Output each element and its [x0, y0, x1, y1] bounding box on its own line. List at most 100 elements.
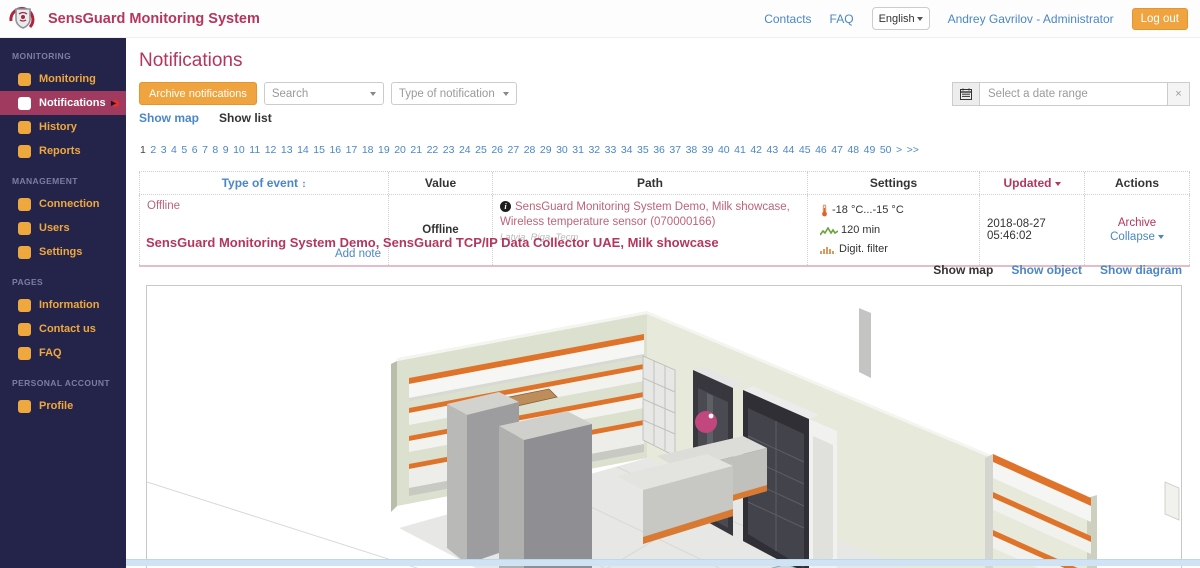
- page-link[interactable]: >: [895, 144, 903, 156]
- page-link[interactable]: 50: [879, 144, 893, 156]
- interval-setting: 120 min: [820, 223, 880, 239]
- page-link[interactable]: 46: [814, 144, 828, 156]
- page-link[interactable]: 26: [490, 144, 504, 156]
- page-link[interactable]: 33: [604, 144, 618, 156]
- sidebar-item[interactable]: FAQ ►: [0, 341, 126, 365]
- search-select[interactable]: Search: [263, 82, 384, 105]
- language-select[interactable]: English: [871, 7, 930, 30]
- contacts-link[interactable]: Contacts: [764, 12, 811, 26]
- archive-row-link[interactable]: Archive: [1118, 217, 1156, 229]
- sidebar-item[interactable]: Settings ►: [0, 240, 126, 264]
- sidebar-item[interactable]: Reports ►: [0, 139, 126, 163]
- page-link[interactable]: 40: [717, 144, 731, 156]
- object-show-diagram-link[interactable]: Show diagram: [1100, 263, 1182, 277]
- page-link[interactable]: 24: [458, 144, 472, 156]
- page-link[interactable]: 38: [685, 144, 699, 156]
- page-link[interactable]: 8: [211, 144, 219, 156]
- page-link[interactable]: 15: [312, 144, 326, 156]
- page-link[interactable]: 28: [523, 144, 537, 156]
- page-link[interactable]: 22: [426, 144, 440, 156]
- show-list-label[interactable]: Show list: [219, 111, 272, 125]
- sensor-marker[interactable]: [695, 411, 717, 433]
- horizontal-scrollbar[interactable]: [126, 559, 1200, 566]
- page-link[interactable]: 21: [409, 144, 423, 156]
- sidebar-item-label: Notifications: [39, 97, 106, 109]
- sidebar-item[interactable]: Users ►: [0, 216, 126, 240]
- info-icon[interactable]: i: [500, 201, 511, 213]
- page-link[interactable]: 20: [393, 144, 407, 156]
- page-link[interactable]: 18: [361, 144, 375, 156]
- page-link[interactable]: 19: [377, 144, 391, 156]
- page-link[interactable]: 42: [749, 144, 763, 156]
- page-link[interactable]: 39: [701, 144, 715, 156]
- page-link[interactable]: 14: [296, 144, 310, 156]
- collapse-row-link[interactable]: Collapse: [1110, 231, 1164, 243]
- add-note-link[interactable]: Add note: [335, 248, 381, 260]
- faq-link[interactable]: FAQ: [830, 12, 854, 26]
- page-link[interactable]: 4: [170, 144, 178, 156]
- event-type-link[interactable]: Offline: [147, 200, 381, 212]
- date-range-input[interactable]: Select a date range: [979, 82, 1168, 106]
- date-range-picker: Select a date range ×: [952, 82, 1190, 106]
- page-link[interactable]: 34: [620, 144, 634, 156]
- page-link[interactable]: 9: [222, 144, 230, 156]
- cell-updated: 2018-08-27 05:46:02: [980, 195, 1085, 266]
- page-link[interactable]: 32: [587, 144, 601, 156]
- page-link[interactable]: 30: [555, 144, 569, 156]
- sidebar-item[interactable]: Contact us ►: [0, 317, 126, 341]
- page-link[interactable]: 48: [846, 144, 860, 156]
- page-link[interactable]: >>: [906, 144, 920, 156]
- page-link[interactable]: 27: [507, 144, 521, 156]
- page-link[interactable]: 16: [328, 144, 342, 156]
- app-title: SensGuard Monitoring System: [48, 10, 260, 27]
- table-header-row: Type of event ↕ Value Path Settings Upda…: [139, 171, 1190, 195]
- column-type-of-event[interactable]: Type of event ↕: [139, 172, 389, 194]
- calendar-button[interactable]: [952, 82, 979, 106]
- sidebar-item[interactable]: Profile ►: [0, 394, 126, 418]
- page-link[interactable]: 10: [232, 144, 246, 156]
- sidebar-item[interactable]: Information ►: [0, 293, 126, 317]
- page-link[interactable]: 11: [248, 144, 261, 156]
- page-link[interactable]: 3: [160, 144, 168, 156]
- page-link[interactable]: 35: [636, 144, 650, 156]
- page-link[interactable]: 6: [191, 144, 199, 156]
- page-link[interactable]: 49: [863, 144, 877, 156]
- page-link[interactable]: 43: [766, 144, 780, 156]
- page-link[interactable]: 13: [280, 144, 294, 156]
- page-link[interactable]: 1: [139, 144, 147, 156]
- page-link[interactable]: 41: [733, 144, 747, 156]
- menu-square-icon: [18, 144, 31, 158]
- page-link[interactable]: 17: [345, 144, 359, 156]
- page-link[interactable]: 5: [180, 144, 188, 156]
- sidebar-item[interactable]: Monitoring ►: [0, 67, 126, 91]
- menu-square-icon: [18, 298, 31, 312]
- sidebar-item[interactable]: History ►: [0, 115, 126, 139]
- show-map-link[interactable]: Show map: [139, 111, 199, 125]
- notification-type-select[interactable]: Type of notification: [390, 82, 517, 105]
- sidebar-item-label: FAQ: [39, 347, 62, 359]
- object-show-object-link[interactable]: Show object: [1011, 263, 1082, 277]
- page-link[interactable]: 36: [652, 144, 666, 156]
- digit-filter-setting: Digit. filter: [820, 242, 888, 258]
- page-link[interactable]: 47: [830, 144, 844, 156]
- page-link[interactable]: 44: [782, 144, 796, 156]
- page-link[interactable]: 25: [474, 144, 488, 156]
- page-link[interactable]: 45: [798, 144, 812, 156]
- sidebar-item[interactable]: Notifications ►: [0, 91, 126, 115]
- object-show-map-label[interactable]: Show map: [933, 263, 993, 277]
- page-link[interactable]: 12: [264, 144, 278, 156]
- logout-button[interactable]: Log out: [1131, 7, 1188, 30]
- page-link[interactable]: 23: [442, 144, 456, 156]
- column-updated[interactable]: Updated: [980, 172, 1085, 194]
- page-link[interactable]: 31: [571, 144, 585, 156]
- user-account-link[interactable]: Andrey Gavrilov - Administrator: [948, 12, 1114, 26]
- page-link[interactable]: 37: [668, 144, 682, 156]
- path-links[interactable]: i SensGuard Monitoring System Demo, Milk …: [500, 200, 800, 230]
- page-link[interactable]: 7: [201, 144, 209, 156]
- store-3d-view[interactable]: [146, 285, 1182, 568]
- archive-notifications-button[interactable]: Archive notifications: [139, 82, 257, 105]
- page-link[interactable]: 2: [149, 144, 157, 156]
- clear-date-button[interactable]: ×: [1168, 82, 1190, 106]
- sidebar-item[interactable]: Connection ►: [0, 192, 126, 216]
- page-link[interactable]: 29: [539, 144, 553, 156]
